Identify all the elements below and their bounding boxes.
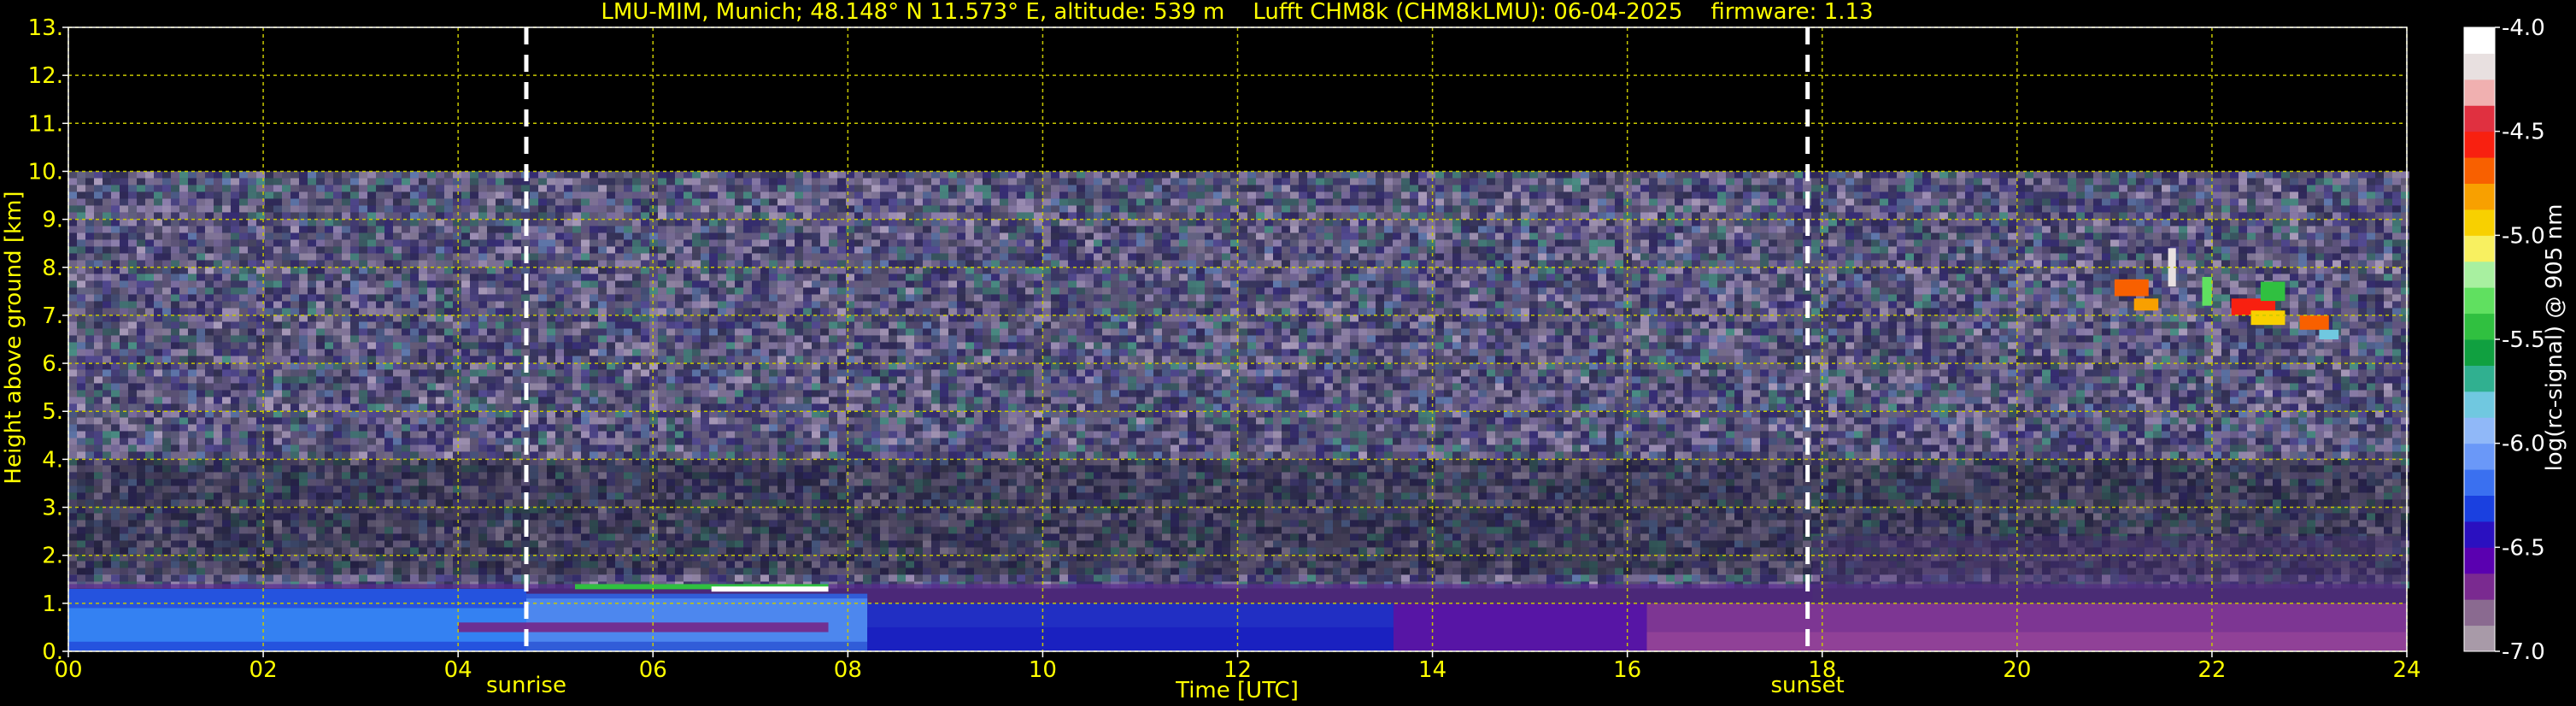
colorbar-swatch-22 (2464, 53, 2495, 80)
colorbar-swatch-3 (2464, 547, 2495, 574)
colorbar-swatch-19 (2464, 131, 2495, 158)
x-tick-label-2: 04 (444, 657, 472, 683)
colorbar-swatch-7 (2464, 443, 2495, 470)
colorbar-swatch-15 (2464, 235, 2495, 262)
x-tick-label-11: 22 (2198, 657, 2226, 683)
colorbar-swatch-20 (2464, 105, 2495, 132)
y-tick-label-12: 12. (28, 63, 63, 89)
x-tick-label-12: 24 (2392, 657, 2421, 683)
colorbar-swatch-10 (2464, 365, 2495, 392)
colorbar-title: log(rc-signal) @ 905 nm (2542, 204, 2567, 472)
y-tick-label-4: 4. (42, 447, 63, 473)
colorbar-swatch-1 (2464, 599, 2495, 627)
colorbar-swatch-17 (2464, 183, 2495, 210)
colorbar-swatches (2463, 26, 2496, 652)
x-tick-label-10: 20 (2003, 657, 2031, 683)
colorbar-swatch-23 (2464, 27, 2495, 54)
colorbar-swatch-11 (2464, 339, 2495, 366)
x-tick-label-7: 14 (1418, 657, 1446, 683)
y-tick-label-13: 13. (28, 15, 63, 41)
x-tick-label-1: 02 (249, 657, 278, 683)
colorbar-swatch-14 (2464, 261, 2495, 288)
colorbar-swatch-6 (2464, 469, 2495, 496)
colorbar-tick-label-3: -5.5 (2502, 327, 2545, 353)
colorbar-tick-label-4: -5.0 (2502, 223, 2545, 249)
y-tick-label-8: 8. (42, 256, 63, 281)
marker-label-sunrise: sunrise (486, 673, 566, 698)
y-tick-label-2: 2. (42, 544, 63, 569)
x-tick-label-8: 16 (1613, 657, 1641, 683)
y-tick-label-3: 3. (42, 496, 63, 521)
x-tick-label-3: 06 (639, 657, 667, 683)
x-tick-label-4: 08 (834, 657, 862, 683)
x-axis-title: Time [UTC] (1175, 678, 1299, 703)
y-axis-title: Height above ground [km] (1, 191, 26, 484)
colorbar-swatch-16 (2464, 209, 2495, 236)
ceilometer-chart: sunrise sunset 00 02 04 06 08 10 12 14 16 18 20 22 24… (0, 0, 2576, 706)
chart-title: LMU-MIM, Munich; 48.148° N 11.573° E, al… (601, 0, 1873, 25)
colorbar-swatch-0 (2464, 625, 2495, 652)
y-tick-label-7: 7. (42, 303, 63, 329)
y-tick-label-11: 11. (28, 111, 63, 137)
x-tick-label-9: 18 (1808, 657, 1836, 683)
y-tick-label-1: 1. (42, 591, 63, 617)
colorbar-tick-label-0: -7.0 (2502, 639, 2545, 665)
colorbar-tick-label-6: -4.0 (2502, 15, 2545, 41)
colorbar-tick-label-1: -6.5 (2502, 535, 2545, 561)
colorbar-swatch-5 (2464, 495, 2495, 522)
colorbar-tick-label-5: -4.5 (2502, 120, 2545, 145)
colorbar-swatch-18 (2464, 157, 2495, 184)
colorbar-swatch-12 (2464, 313, 2495, 340)
y-tick-label-0: 0. (42, 639, 63, 665)
colorbar-swatch-2 (2464, 573, 2495, 600)
colorbar-swatch-21 (2464, 79, 2495, 106)
y-tick-label-5: 5. (42, 399, 63, 425)
colorbar-swatch-13 (2464, 287, 2495, 315)
colorbar-swatch-8 (2464, 417, 2495, 444)
y-tick-label-10: 10. (28, 159, 63, 185)
colorbar-swatch-4 (2464, 521, 2495, 548)
x-tick-label-5: 10 (1029, 657, 1057, 683)
colorbar-swatch-9 (2464, 391, 2495, 418)
y-tick-label-6: 6. (42, 351, 63, 377)
y-tick-label-9: 9. (42, 208, 63, 233)
colorbar-tick-label-2: -6.0 (2502, 432, 2545, 457)
